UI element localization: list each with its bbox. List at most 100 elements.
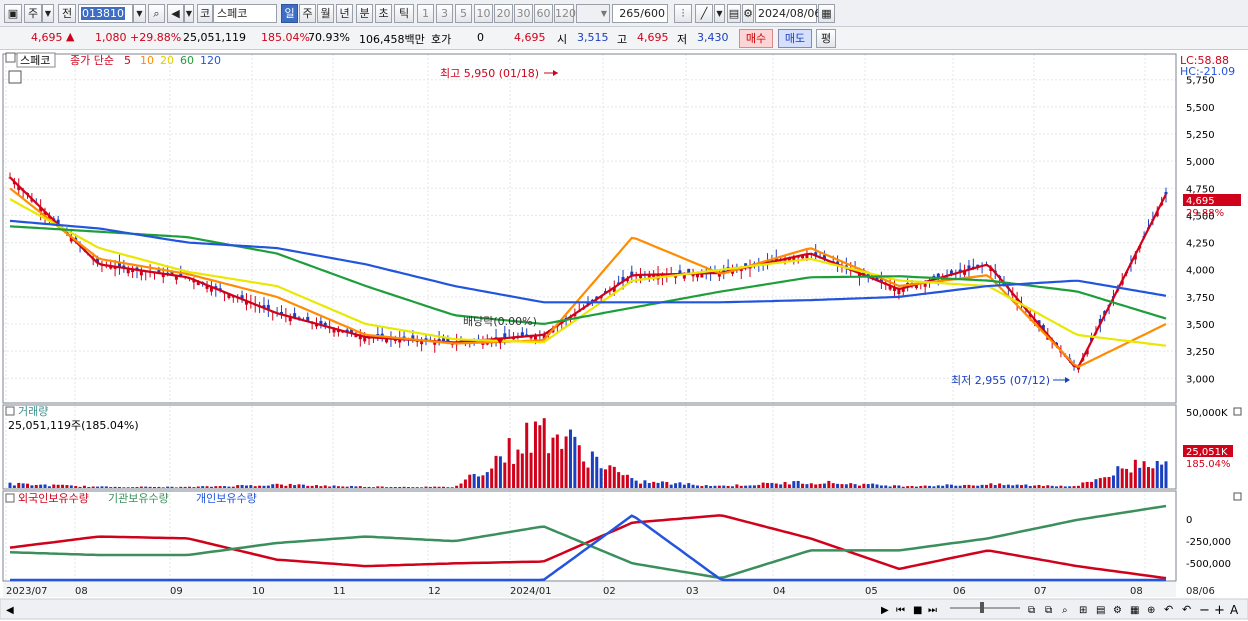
tab-week[interactable]: 주 [299, 4, 316, 23]
volume-bar [371, 487, 375, 488]
volume-bar [170, 486, 174, 488]
tab-tick[interactable]: 틱 [394, 4, 414, 23]
volume-bar [709, 485, 713, 488]
volume-bar [26, 483, 30, 488]
interval-60[interactable]: 60 [534, 4, 553, 23]
holdings-panel-close-icon[interactable] [1233, 492, 1242, 501]
custom-interval-select[interactable]: ▼ [576, 4, 610, 23]
zoom-out-small-icon[interactable]: ↶ [1182, 603, 1191, 616]
tab-month[interactable]: 월 [317, 4, 334, 23]
x-axis-label: 08 [1130, 586, 1143, 597]
volume-last-pct: 185.04% [1186, 459, 1231, 470]
forward-icon[interactable]: ⏭ [928, 605, 937, 616]
interval-30[interactable]: 30 [514, 4, 533, 23]
zoom-in-icon[interactable]: + [1214, 603, 1225, 618]
indicator-icon[interactable]: ⊕ [1147, 605, 1155, 616]
volume-bar [1090, 481, 1094, 488]
speaker-icon[interactable]: ◀ [167, 4, 184, 23]
search-icon[interactable]: ⌕ [148, 4, 165, 23]
volume-bar [271, 484, 275, 488]
speaker-dropdown-icon[interactable]: ▼ [184, 4, 194, 23]
volume-bar [871, 483, 875, 488]
tab-day[interactable]: 일 [281, 4, 298, 23]
draw-tool-icon[interactable]: ╱ [695, 4, 713, 23]
holdings-panel-menu-icon[interactable] [5, 493, 15, 503]
date-field[interactable]: 2024/08/06 [755, 4, 821, 23]
interval-1[interactable]: 1 [417, 4, 434, 23]
stock-name-field[interactable]: 스페코 [213, 4, 277, 23]
volume-bar [568, 429, 572, 488]
tab-minute[interactable]: 분 [356, 4, 373, 23]
interval-5[interactable]: 5 [455, 4, 472, 23]
ma10-legend: 10 [140, 54, 154, 67]
print-icon[interactable]: ▤ [1096, 605, 1105, 616]
stock-chart[interactable]: 스페코 종가 단순 5 10 20 60 120 LC:58.88 HC:-21… [0, 50, 1248, 621]
interval-20[interactable]: 20 [494, 4, 513, 23]
volume-panel-menu-icon[interactable] [5, 406, 15, 416]
window-menu-icon[interactable]: ▣ [4, 4, 22, 23]
volume-bar [971, 485, 975, 488]
calculator-icon[interactable] [8, 70, 22, 84]
volume-bar [577, 445, 581, 488]
interval-10[interactable]: 10 [474, 4, 493, 23]
tab-second[interactable]: 초 [375, 4, 392, 23]
volume-bar [450, 487, 454, 488]
code-dropdown-icon[interactable]: ▼ [133, 4, 146, 23]
volume-bar [1006, 484, 1010, 488]
layout-icon[interactable]: ⧉ [1028, 605, 1035, 616]
bar-count-field[interactable]: 265/600 [612, 4, 668, 23]
chart-settings-icon[interactable]: ⚙ [1113, 605, 1122, 616]
market-button[interactable]: 주 [24, 4, 42, 23]
volume-bar [770, 482, 774, 488]
code-input[interactable]: 013810 [78, 4, 133, 23]
magnify-icon[interactable]: ⌕ [1062, 605, 1068, 616]
tab-year[interactable]: 년 [336, 4, 353, 23]
volume-bar [507, 438, 511, 488]
volume-bar [752, 485, 756, 488]
volume-bar [341, 486, 345, 488]
evaluation-button[interactable]: 평 [816, 29, 836, 48]
zoom-out-icon[interactable]: − [1199, 603, 1210, 618]
sell-button[interactable]: 매도 [778, 29, 812, 48]
save-icon[interactable]: ▤ [727, 4, 741, 23]
reset-icon[interactable]: ↶ [1164, 603, 1173, 616]
volume-bar [590, 451, 594, 488]
volume-bar [104, 486, 108, 488]
interval-3[interactable]: 3 [436, 4, 453, 23]
market-dropdown-icon[interactable]: ▼ [42, 4, 54, 23]
volume-bar [586, 467, 590, 488]
panel-menu-icon[interactable] [5, 52, 16, 63]
volume-bar [201, 486, 205, 488]
stock-name-label: 스페코 [20, 54, 50, 67]
scroll-left-icon[interactable]: ◀ [6, 605, 14, 616]
volume-bar [74, 486, 78, 488]
low-annotation: 최저 2,955 (07/12) [951, 374, 1050, 387]
candle-type-icon[interactable]: ⫶ [674, 4, 692, 23]
volume-bar [949, 484, 953, 488]
ma5-legend: 5 [124, 54, 131, 67]
chart-scrollbar[interactable] [0, 598, 1248, 620]
volume-bar [205, 486, 209, 488]
volume-bar [704, 485, 708, 488]
rewind-icon[interactable]: ⏮ [896, 605, 905, 616]
crosshair-icon[interactable]: ⊞ [1079, 605, 1087, 616]
calendar-icon[interactable]: ▦ [818, 4, 835, 23]
volume-bar [774, 483, 778, 488]
buy-button[interactable]: 매수 [739, 29, 773, 48]
table-icon[interactable]: ▦ [1130, 605, 1139, 616]
x-axis-label: 12 [428, 586, 441, 597]
volume-bar [17, 482, 21, 488]
auto-scale-icon[interactable]: A [1230, 603, 1239, 617]
interval-120[interactable]: 120 [554, 4, 576, 23]
volume-panel-close-icon[interactable] [1233, 407, 1242, 416]
volume-bar [376, 486, 380, 488]
draw-tool-dropdown-icon[interactable]: ▼ [714, 4, 725, 23]
zoom-slider-handle[interactable] [980, 602, 984, 613]
institution-legend: 기관보유수량 [108, 492, 169, 505]
volume-bar [897, 485, 901, 488]
gear-icon[interactable]: ⚙ [742, 4, 754, 23]
overlay-icon[interactable]: ⧉ [1045, 605, 1052, 616]
scroll-right-icon[interactable]: ▶ [881, 605, 889, 616]
stop-icon[interactable]: ■ [913, 605, 922, 616]
period-button[interactable]: 전 [58, 4, 76, 23]
